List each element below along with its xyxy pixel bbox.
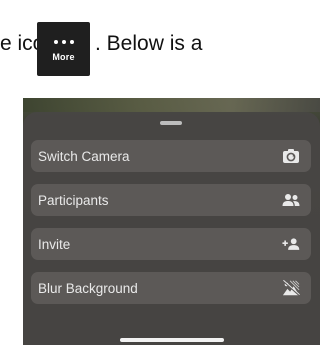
blur-background-icon bbox=[282, 279, 300, 297]
switch-camera-label: Switch Camera bbox=[38, 148, 130, 164]
blur-background-button[interactable]: Blur Background bbox=[31, 272, 311, 304]
camera-switch-icon bbox=[282, 147, 300, 165]
sheet-grabber-handle[interactable] bbox=[160, 121, 182, 125]
video-background bbox=[23, 98, 320, 112]
menu-screenshot: Switch Camera Participants Invite Blur B… bbox=[23, 98, 320, 345]
home-indicator bbox=[120, 338, 224, 342]
more-dots-icon: More bbox=[37, 22, 90, 76]
intro-suffix-text: . Below is a bbox=[95, 32, 203, 55]
more-icon-label: More bbox=[52, 52, 75, 62]
page: e icon More . Below is a Switch Camera P… bbox=[0, 0, 328, 345]
participants-icon bbox=[282, 191, 300, 209]
more-options-sheet: Switch Camera Participants Invite Blur B… bbox=[23, 112, 320, 345]
switch-camera-button[interactable]: Switch Camera bbox=[31, 140, 311, 172]
invite-label: Invite bbox=[38, 236, 71, 252]
add-person-icon bbox=[282, 235, 300, 253]
invite-button[interactable]: Invite bbox=[31, 228, 311, 260]
participants-label: Participants bbox=[38, 192, 109, 208]
participants-button[interactable]: Participants bbox=[31, 184, 311, 216]
blur-background-label: Blur Background bbox=[38, 280, 138, 296]
